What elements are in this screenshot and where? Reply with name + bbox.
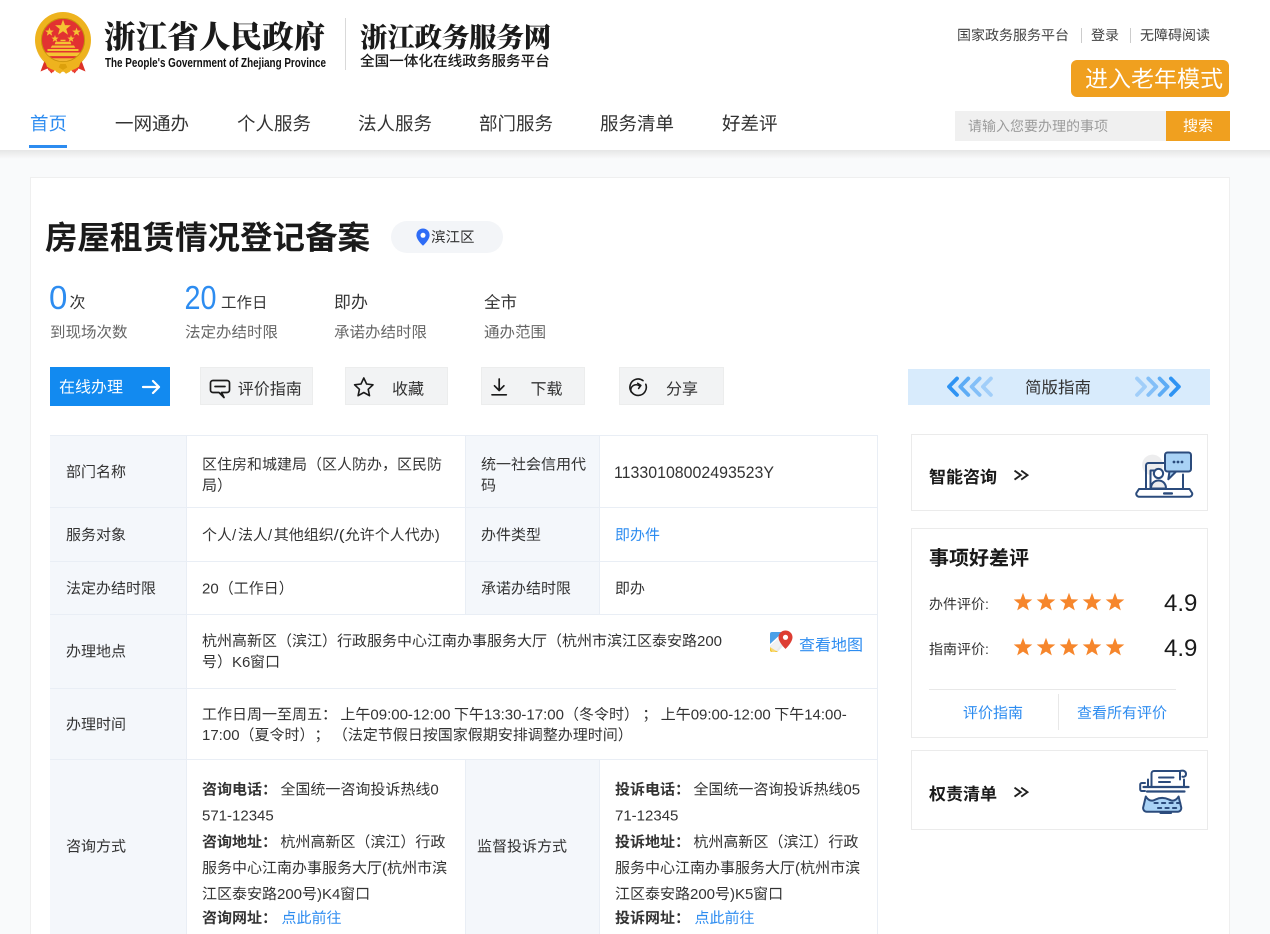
- svg-text:/(: /(: [334, 527, 345, 544]
- svg-text:0: 0: [430, 782, 438, 799]
- svg-text:)K4: )K4: [317, 886, 340, 903]
- svg-text:200: 200: [697, 633, 722, 650]
- svg-text:11330108002493523Y: 11330108002493523Y: [614, 464, 774, 482]
- svg-text:09:00-12:00: 09:00-12:00: [691, 707, 771, 724]
- svg-text::: :: [985, 596, 989, 612]
- svg-text:4.9: 4.9: [1164, 590, 1197, 617]
- svg-text:)K5: )K5: [730, 886, 753, 903]
- svg-text:13:30-17:00: 13:30-17:00: [484, 707, 564, 724]
- svg-text:200: 200: [277, 886, 302, 903]
- svg-text:71-12345: 71-12345: [615, 808, 678, 825]
- svg-text:200: 200: [690, 886, 715, 903]
- svg-text:09:00-12:00: 09:00-12:00: [370, 707, 450, 724]
- svg-text:0: 0: [49, 279, 67, 316]
- svg-text::: :: [985, 641, 989, 657]
- svg-text:): ): [435, 527, 440, 544]
- svg-text:(: (: [795, 860, 800, 877]
- svg-text:The People's Government of Zhe: The People's Government of Zhejiang Prov…: [105, 55, 326, 70]
- svg-text:571-12345: 571-12345: [202, 808, 274, 825]
- svg-text:/: /: [268, 527, 273, 544]
- svg-text:(: (: [382, 860, 387, 877]
- svg-text:4.9: 4.9: [1164, 635, 1197, 662]
- svg-text:/: /: [232, 527, 237, 544]
- svg-text:20: 20: [202, 581, 219, 598]
- svg-text:K6: K6: [232, 654, 250, 671]
- svg-text:20: 20: [185, 279, 217, 316]
- svg-text:05: 05: [843, 782, 860, 799]
- svg-text:14:00-: 14:00-: [804, 707, 847, 724]
- svg-text:17:00: 17:00: [202, 727, 240, 744]
